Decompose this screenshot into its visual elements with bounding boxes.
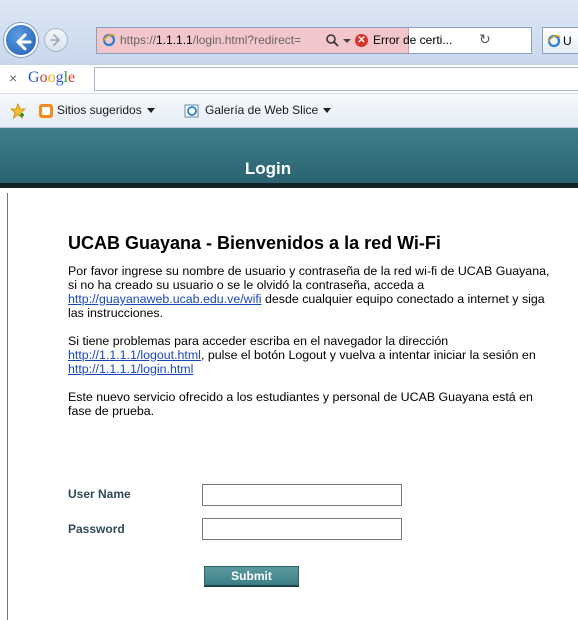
tab-title: U: [563, 34, 572, 48]
forward-arrow-icon: [50, 34, 61, 46]
suggested-sites-link[interactable]: Sitios sugeridos: [57, 103, 155, 117]
ie-tab-icon: [547, 34, 561, 48]
browser-chrome: https://1.1.1.1/login.html?redirect= ✕ E…: [0, 0, 578, 128]
web-slice-gallery-link[interactable]: Galería de Web Slice: [205, 103, 332, 117]
username-label: User Name: [68, 487, 131, 501]
instructions-paragraph: Por favor ingrese su nombre de usuario y…: [68, 264, 550, 320]
header-banner: Login: [0, 128, 578, 188]
login-link[interactable]: http://1.1.1.1/login.html: [68, 362, 193, 376]
logout-link[interactable]: http://1.1.1.1/logout.html: [68, 348, 201, 362]
forward-button[interactable]: [44, 28, 68, 52]
address-bar[interactable]: https://1.1.1.1/login.html?redirect= ✕ E…: [96, 27, 532, 54]
search-icon[interactable]: [325, 33, 339, 47]
star-icon[interactable]: [10, 103, 26, 119]
chevron-down-icon: [146, 108, 155, 114]
password-field[interactable]: [202, 518, 402, 540]
close-icon[interactable]: ×: [9, 70, 17, 86]
chevron-down-icon[interactable]: [343, 39, 351, 43]
suggested-sites-icon: [39, 104, 53, 118]
chevron-down-icon: [323, 108, 332, 114]
login-page: Login UCAB Guayana - Bienvenidos a la re…: [0, 128, 578, 620]
username-field[interactable]: [202, 484, 402, 506]
back-button[interactable]: [4, 23, 38, 57]
wifi-account-link[interactable]: http://guayanaweb.ucab.edu.ve/wifi: [68, 292, 262, 306]
ie-page-icon: [102, 33, 116, 47]
troubleshooting-paragraph: Si tiene problemas para acceder escriba …: [68, 334, 536, 376]
google-toolbar: × Google: [0, 64, 578, 94]
divider: [7, 193, 8, 620]
page-title: Login: [244, 159, 292, 178]
web-slice-icon: [184, 104, 199, 118]
url-text: https://1.1.1.1/login.html?redirect=: [120, 33, 302, 47]
favorites-bar: Sitios sugeridos Galería de Web Slice: [0, 94, 578, 128]
welcome-content: UCAB Guayana - Bienvenidos a la red Wi-F…: [68, 232, 558, 432]
google-logo: Google: [28, 69, 76, 86]
certificate-error-icon[interactable]: ✕: [355, 34, 368, 47]
refresh-icon[interactable]: ↻: [479, 31, 491, 48]
welcome-heading: UCAB Guayana - Bienvenidos a la red Wi-F…: [68, 233, 441, 253]
url-field[interactable]: https://1.1.1.1/login.html?redirect= ✕ E…: [97, 28, 491, 53]
password-label: Password: [68, 522, 125, 536]
browser-tab[interactable]: U: [542, 27, 578, 54]
google-search-input[interactable]: [94, 67, 578, 91]
certificate-error-text[interactable]: Error de certi...: [373, 33, 452, 47]
back-arrow-icon: [16, 33, 32, 51]
submit-button[interactable]: Submit: [204, 566, 299, 587]
navigation-bar: https://1.1.1.1/login.html?redirect= ✕ E…: [0, 0, 578, 64]
notice-paragraph: Este nuevo servicio ofrecido a los estud…: [68, 390, 533, 418]
